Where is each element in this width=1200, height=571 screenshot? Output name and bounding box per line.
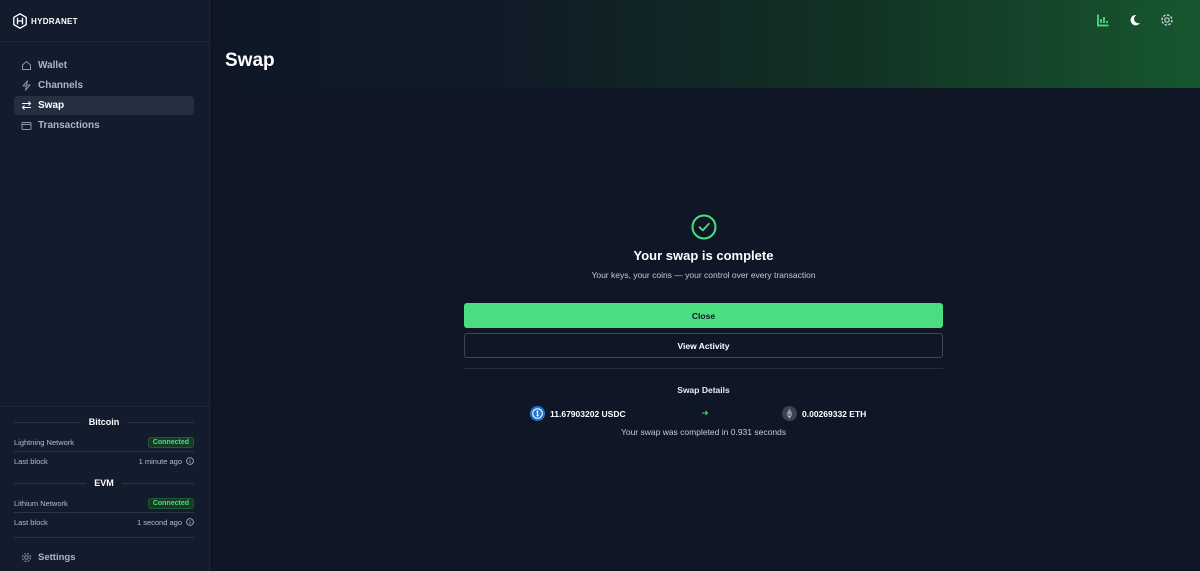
- view-activity-button[interactable]: View Activity: [464, 333, 943, 358]
- from-asset: 11.67903202 USDC: [530, 406, 626, 421]
- gear-icon[interactable]: [1160, 13, 1174, 27]
- home-icon: [21, 60, 32, 71]
- divider: [127, 421, 194, 423]
- divider: [121, 482, 195, 484]
- sidebar-item-transactions[interactable]: Transactions: [14, 116, 194, 135]
- info-icon[interactable]: [186, 518, 194, 526]
- sidebar-item-settings[interactable]: Settings: [21, 550, 75, 564]
- status-badge: Connected: [147, 436, 194, 448]
- lithium-network-row: Lithium Network Connected: [14, 496, 194, 510]
- evm-status-heading: EVM: [14, 477, 195, 489]
- gear-icon: [21, 552, 32, 563]
- sidebar-item-label: Swap: [38, 100, 65, 111]
- result-subtitle: Your keys, your coins — your control ove…: [591, 270, 816, 280]
- divider: [14, 451, 194, 452]
- logo-text: HYDRANET: [31, 16, 78, 26]
- to-amount: 0.00269332 ETH: [802, 408, 867, 419]
- from-amount: 11.67903202 USDC: [550, 408, 626, 419]
- swap-duration-text: Your swap was completed in 0.931 seconds: [620, 427, 787, 437]
- divider: [464, 368, 943, 369]
- last-block-label: Last block: [14, 517, 48, 527]
- bitcoin-title: Bitcoin: [88, 417, 120, 427]
- hydranet-logo-icon: [13, 13, 27, 29]
- sidebar-item-label: Channels: [38, 80, 84, 91]
- divider: [14, 512, 194, 513]
- page-title: Swap: [225, 50, 275, 71]
- eth-icon: [782, 406, 797, 421]
- info-icon[interactable]: [186, 457, 194, 465]
- page-header: Swap: [210, 0, 1200, 88]
- arrow-right-icon: [701, 408, 709, 418]
- evm-title: EVM: [94, 478, 114, 488]
- swap-details-title: Swap Details: [677, 385, 730, 395]
- usdc-icon: [530, 406, 545, 421]
- last-block-value: 1 minute ago: [138, 456, 182, 466]
- network-label: Lithium Network: [14, 498, 68, 508]
- divider: [14, 537, 194, 538]
- check-circle-icon: [691, 214, 717, 240]
- last-block-label: Last block: [14, 456, 48, 466]
- wallet-card-icon: [21, 120, 32, 131]
- moon-icon[interactable]: [1128, 13, 1142, 27]
- lightning-icon: [21, 80, 32, 91]
- sidebar-item-label: Transactions: [38, 120, 100, 131]
- sidebar-nav: Wallet Channels Swap Transactions: [14, 56, 194, 136]
- status-badge: Connected: [147, 497, 194, 509]
- last-block-value: 1 second ago: [136, 517, 182, 527]
- to-asset: 0.00269332 ETH: [782, 406, 866, 421]
- header-actions: [1096, 13, 1174, 27]
- sidebar-item-swap[interactable]: Swap: [14, 96, 194, 115]
- divider: [0, 41, 209, 42]
- bitcoin-status-heading: Bitcoin: [14, 416, 194, 428]
- divider: [14, 421, 81, 423]
- lightning-network-row: Lightning Network Connected: [14, 435, 194, 449]
- sidebar-item-channels[interactable]: Channels: [14, 76, 194, 95]
- sidebar-item-wallet[interactable]: Wallet: [14, 56, 194, 75]
- chart-icon[interactable]: [1096, 13, 1110, 27]
- sidebar: HYDRANET Wallet Channels Swap Transactio…: [0, 0, 210, 571]
- bitcoin-last-block-row: Last block 1 minute ago: [14, 454, 194, 468]
- divider: [14, 482, 87, 484]
- settings-label: Settings: [38, 551, 76, 563]
- swap-arrows-icon: [21, 100, 32, 111]
- close-button[interactable]: Close: [464, 303, 943, 328]
- network-label: Lightning Network: [14, 437, 75, 447]
- evm-last-block-row: Last block 1 second ago: [14, 515, 194, 529]
- logo[interactable]: HYDRANET: [13, 11, 78, 31]
- divider: [0, 406, 209, 407]
- result-title: Your swap is complete: [633, 248, 774, 263]
- sidebar-item-label: Wallet: [38, 60, 68, 71]
